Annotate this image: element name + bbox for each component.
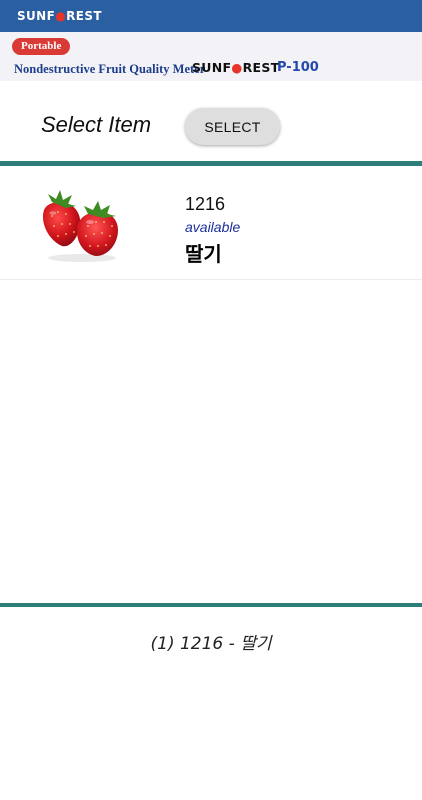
strawberry-image [42,190,118,262]
item-name: 딸기 [185,242,222,266]
model-name: P-100 [277,60,319,75]
portable-badge: Portable [12,38,71,55]
selected-item-summary: (1) 1216 - 딸기 [150,634,272,654]
sunforest-logo: SUNF●REST [17,9,102,23]
item-code: 1216 [185,194,226,214]
select-item-label: Select Item [41,112,152,137]
app-header: SUNF●REST [0,0,422,32]
flame-icon: ● [55,9,67,23]
product-banner: Portable Nondestructive Fruit Quality Me… [0,32,422,81]
bottom-divider [0,603,422,607]
item-list[interactable]: 1216 available 딸기 [0,166,422,603]
banner-brand-logo: SUNF●REST [192,60,280,75]
list-item[interactable]: 1216 available 딸기 [0,166,422,280]
item-status: available [185,219,241,235]
select-item-row: Select Item SELECT [0,81,422,161]
banner-subtitle: Nondestructive Fruit Quality Meter [14,62,206,76]
select-button[interactable]: SELECT [185,108,280,145]
flame-icon: ● [231,60,243,75]
